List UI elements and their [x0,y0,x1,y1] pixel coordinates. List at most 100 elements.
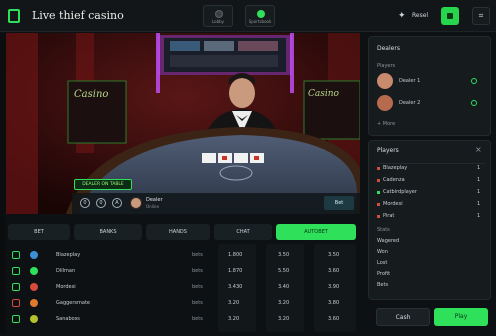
live-stream-view[interactable]: Casino Casino DEALER ON TABLE 0 0 A Deal… [6,33,360,214]
table-row[interactable]: Sanaboss bets 3.20 3.20 3.60 [6,312,360,326]
app-title: Live thief casino [32,9,124,22]
menu-grid-button[interactable]: ⌗ [472,7,490,25]
table-sign-right: Casino [308,89,339,99]
player-dot [377,167,380,170]
players-panel: Players × Blazeplay 1 Cadenza 1 Catbirdp… [368,140,491,300]
dealer-list-name: Dealer 2 [399,100,421,106]
cash-button[interactable]: Cash [376,308,430,326]
player-avatar [30,283,38,291]
table-row[interactable]: Mordesi bets 3.430 3.40 3.90 [6,280,360,294]
dealer-status-badge: DEALER ON TABLE [74,179,132,190]
player-name: Mordesi [56,284,76,290]
table-row[interactable]: Gaggersmate bets 3.20 3.20 3.80 [6,296,360,310]
row-tag: bets [192,300,203,306]
check-icon [12,299,20,307]
row-c3: 3.80 [328,300,340,306]
stat-row: Lost [377,260,388,266]
row-tag: bets [192,284,203,290]
tab-sportsbook[interactable]: Sportsbook [245,5,275,27]
player-avatar [30,251,38,259]
chip-0[interactable]: 0 [80,198,90,208]
row-c2: 3.50 [278,252,290,258]
row-c3: 3.50 [328,252,340,258]
stat-row: Wagered [377,238,400,244]
row-tag: bets [192,316,203,322]
player-avatar [30,315,38,323]
row-c2: 3.20 [278,300,290,306]
row-c1: 1.800 [228,252,243,258]
table-row[interactable]: Blazeplay bets 1.800 3.50 3.50 [6,248,360,262]
stream-action-button[interactable]: Bet [324,196,354,210]
player-name: Gaggersmate [56,300,90,306]
player-row-val: 1 [477,165,481,171]
logo-icon[interactable] [8,9,20,23]
player-avatar [30,267,38,275]
dealer-avatar[interactable] [377,95,393,111]
wallet-button[interactable] [441,7,459,25]
tab-sportsbook-label: Sportsbook [248,19,272,24]
play-button[interactable]: Play [434,308,488,326]
table-sign-left: Casino [74,89,109,100]
row-c3: 3.90 [328,284,340,290]
row-c2: 5.50 [278,268,290,274]
gear-icon[interactable]: ✦ [398,11,408,21]
tab-lobby-label: Lobby [211,19,225,24]
panel-title: Players [377,147,399,154]
dealer-avatar [130,197,142,209]
dealer-sub: Online [146,204,159,209]
panel-title: Dealers [377,45,400,52]
player-row-name: Pirat [383,213,395,219]
divider [377,163,485,164]
tab-lobby[interactable]: Lobby [203,5,233,27]
player-name: Dillman [56,268,76,274]
tab-banks[interactable]: BANKS [74,224,142,240]
check-icon [12,315,20,323]
player-avatar [30,299,38,307]
top-bar: Live thief casino Lobby Sportsbook ✦ Res… [0,0,496,32]
player-row-name: Catbirdplayer [383,189,417,195]
player-dot [377,203,380,206]
dealer-name: Dealer [146,197,163,203]
tab-autobet[interactable]: AUTOBET [276,224,356,240]
row-c3: 3.60 [328,268,340,274]
online-icon [471,100,477,106]
tab-hands[interactable]: HANDS [146,224,210,240]
casino-icon [215,10,223,18]
row-c1: 3.20 [228,300,240,306]
player-row-val: 1 [477,189,481,195]
tab-bet[interactable]: BET [8,224,70,240]
online-icon [471,78,477,84]
bets-table: Blazeplay bets 1.800 3.50 3.50 Dillman b… [6,244,360,334]
player-row-name: Blazeplay [383,165,408,171]
chip-1[interactable]: 0 [96,198,106,208]
player-row-val: 1 [477,201,481,207]
player-dot [377,191,380,194]
player-row-val: 1 [477,213,481,219]
player-row-name: Cadenza [383,177,405,183]
stat-row: Profit [377,271,391,277]
check-icon [12,251,20,259]
check-icon [12,267,20,275]
row-c1: 3.20 [228,316,240,322]
player-row-val: 1 [477,177,481,183]
football-icon [257,10,265,18]
dealer-list-name: Dealer 1 [399,78,421,84]
player-row-name: Mordesi [383,201,403,207]
table-row[interactable]: Dillman bets 1.870 5.50 3.60 [6,264,360,278]
stat-row: Won [377,249,388,255]
wallet-icon [447,13,453,19]
row-tag: bets [192,268,203,274]
more-link[interactable]: + More [377,121,395,127]
row-c2: 3.40 [278,284,290,290]
close-icon[interactable]: × [475,145,482,154]
grid-icon: ⌗ [478,11,484,20]
stats-title: Stats [377,227,390,233]
tab-chat[interactable]: CHAT [214,224,272,240]
chip-2[interactable]: A [112,198,122,208]
player-dot [377,179,380,182]
row-tag: bets [192,252,203,258]
player-dot [377,215,380,218]
row-c1: 1.870 [228,268,243,274]
dealer-avatar[interactable] [377,73,393,89]
row-c2: 3.20 [278,316,290,322]
